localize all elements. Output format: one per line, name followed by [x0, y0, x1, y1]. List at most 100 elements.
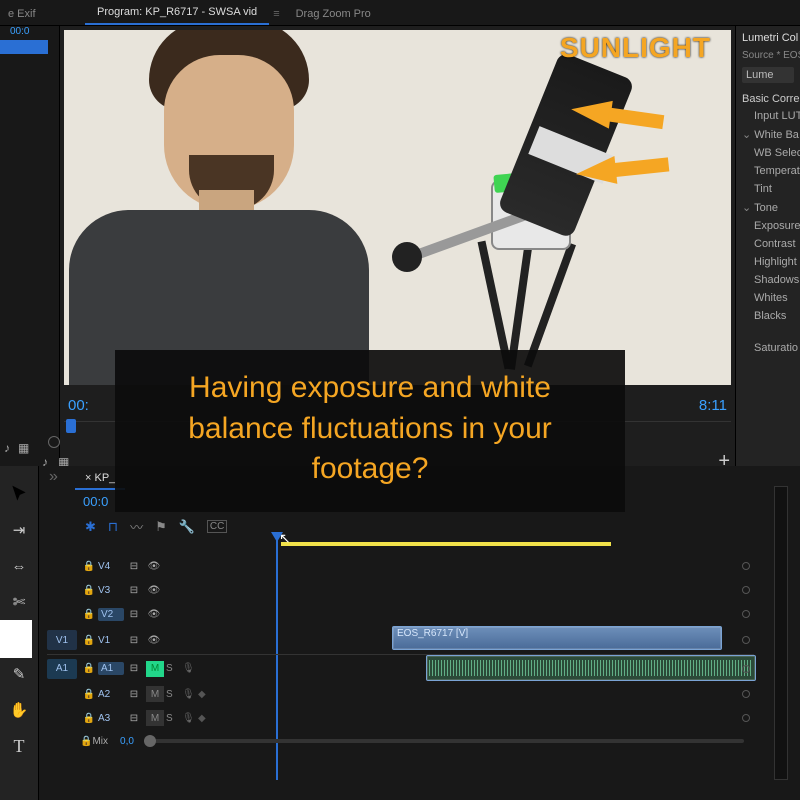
hand-tool[interactable]: ✋: [9, 700, 29, 720]
track-toggle-icon[interactable]: ⊟: [124, 663, 144, 674]
lumetri-effect-name[interactable]: Lume: [742, 67, 794, 83]
lumetri-tint[interactable]: Tint: [736, 180, 800, 198]
pen-tool[interactable]: ✎: [9, 664, 29, 684]
keyframe-toggle[interactable]: [742, 665, 750, 673]
track-toggle-icon[interactable]: ⊟: [124, 609, 144, 620]
video-clip[interactable]: EOS_R6717 [V]: [392, 626, 722, 650]
lumetri-blacks[interactable]: Blacks: [736, 307, 800, 325]
mix-value[interactable]: 0,0: [120, 736, 134, 747]
track-toggle-icon[interactable]: ⊟: [124, 561, 144, 572]
project-item[interactable]: [0, 620, 32, 658]
solo-button[interactable]: S: [166, 663, 182, 674]
loop-icon[interactable]: [48, 436, 60, 448]
marker-icon[interactable]: ⚑: [155, 519, 167, 535]
program-playhead[interactable]: [66, 419, 76, 433]
source-clip-bar[interactable]: [0, 40, 48, 54]
eye-icon[interactable]: 👁: [144, 585, 164, 596]
track-toggle-icon[interactable]: ⊟: [124, 713, 144, 724]
voice-over-icon[interactable]: 🎙: [182, 713, 198, 724]
track-label-a3[interactable]: A3: [98, 713, 124, 724]
lock-icon[interactable]: 🔒: [80, 736, 92, 747]
program-timecode-in[interactable]: 00:: [68, 397, 89, 414]
track-label-v3[interactable]: V3: [98, 585, 124, 596]
captions-icon[interactable]: CC: [207, 520, 227, 533]
ripple-edit-tool[interactable]: ⇔: [9, 556, 29, 576]
lock-icon[interactable]: 🔒: [80, 689, 98, 700]
annotation-arrow-icon: [569, 95, 613, 128]
mix-slider[interactable]: [144, 739, 744, 743]
lumetri-basic-correction[interactable]: Basic Correc: [736, 87, 800, 107]
lumetri-whites[interactable]: Whites: [736, 289, 800, 307]
mute-button[interactable]: M: [146, 686, 164, 702]
track-label-v1[interactable]: V1: [98, 635, 124, 646]
track-toggle-icon[interactable]: ⊟: [124, 585, 144, 596]
keyframe-icon[interactable]: ◆: [198, 713, 212, 724]
slider-knob[interactable]: [144, 735, 156, 747]
music-icon[interactable]: ♪: [4, 441, 10, 455]
lumetri-saturation[interactable]: Saturatio: [736, 339, 800, 357]
timeline-panel: » × KP_ 00:0 ✱ ⊓ 〰 ⚑ 🔧 CC ↖ 🔒 V4 ⊟: [38, 466, 764, 800]
keyframe-toggle[interactable]: [742, 610, 750, 618]
lumetri-exposure[interactable]: Exposure: [736, 217, 800, 235]
track-label-v4[interactable]: V4: [98, 561, 124, 572]
lumetri-panel: Lumetri Col Source * EOS Lume Basic Corr…: [735, 26, 800, 466]
lumetri-temperature[interactable]: Temperat: [736, 162, 800, 180]
track-toggle-icon[interactable]: ⊟: [124, 635, 144, 646]
mute-button[interactable]: M: [146, 710, 164, 726]
track-label-a1[interactable]: A1: [98, 662, 124, 675]
lock-icon[interactable]: 🔒: [80, 713, 98, 724]
grid-icon[interactable]: ▦: [18, 441, 29, 455]
keyframe-toggle[interactable]: [742, 714, 750, 722]
voice-over-icon[interactable]: 🎙: [182, 689, 198, 700]
linked-selection-icon[interactable]: 〰: [130, 517, 143, 536]
selection-tool[interactable]: [9, 484, 29, 504]
razor-tool[interactable]: ✄: [9, 592, 29, 612]
time-ruler[interactable]: ↖: [269, 532, 752, 550]
track-label-v2[interactable]: V2: [98, 608, 124, 621]
voice-over-icon[interactable]: 🎙: [182, 663, 198, 674]
lock-icon[interactable]: 🔒: [80, 609, 98, 620]
video-telescope: [406, 50, 646, 370]
work-area-bar[interactable]: [281, 542, 611, 546]
tab-exif[interactable]: e Exif: [0, 3, 85, 25]
tab-program[interactable]: Program: KP_R6717 - SWSA vid: [85, 1, 269, 25]
lumetri-tone-group[interactable]: Tone: [736, 198, 800, 217]
magnet-icon[interactable]: ⊓: [108, 519, 118, 535]
eye-icon[interactable]: 👁: [144, 561, 164, 572]
lock-icon[interactable]: 🔒: [80, 561, 98, 572]
keyframe-toggle[interactable]: [742, 586, 750, 594]
track-label-a2[interactable]: A2: [98, 689, 124, 700]
lumetri-contrast[interactable]: Contrast: [736, 235, 800, 253]
keyframe-icon[interactable]: ◆: [198, 689, 212, 700]
lumetri-shadows[interactable]: Shadows: [736, 271, 800, 289]
program-timecode-out: 8:11: [699, 397, 727, 414]
audio-clip[interactable]: [426, 655, 756, 681]
lumetri-input-lut[interactable]: Input LUT: [736, 107, 800, 125]
eye-icon[interactable]: 👁: [144, 635, 164, 646]
program-video[interactable]: SUNLIGHT: [64, 30, 731, 385]
program-panel-tabs: e Exif Program: KP_R6717 - SWSA vid ≡ Dr…: [0, 0, 800, 26]
mix-label: Mix: [92, 736, 108, 747]
settings-icon[interactable]: 🔧: [179, 519, 195, 535]
keyframe-toggle[interactable]: [742, 636, 750, 644]
lumetri-wb-selector[interactable]: WB Selec: [736, 144, 800, 162]
solo-button[interactable]: S: [166, 713, 182, 724]
mute-button[interactable]: M: [146, 661, 164, 677]
snap-icon[interactable]: ✱: [85, 519, 96, 535]
lumetri-white-balance-group[interactable]: White Ba: [736, 125, 800, 144]
lock-icon[interactable]: 🔒: [80, 663, 98, 674]
audio-meter: [764, 466, 800, 800]
tab-dragzoom[interactable]: Drag Zoom Pro: [284, 3, 383, 25]
lumetri-highlights[interactable]: Highlight: [736, 253, 800, 271]
lock-icon[interactable]: 🔒: [80, 635, 98, 646]
keyframe-toggle[interactable]: [742, 562, 750, 570]
source-patch-v1[interactable]: V1: [47, 630, 77, 650]
type-tool[interactable]: T: [9, 736, 29, 756]
lock-icon[interactable]: 🔒: [80, 585, 98, 596]
keyframe-toggle[interactable]: [742, 690, 750, 698]
eye-icon[interactable]: 👁: [144, 609, 164, 620]
solo-button[interactable]: S: [166, 689, 182, 700]
track-select-tool[interactable]: ⇥: [9, 520, 29, 540]
source-patch-a1[interactable]: A1: [47, 659, 77, 679]
track-toggle-icon[interactable]: ⊟: [124, 689, 144, 700]
